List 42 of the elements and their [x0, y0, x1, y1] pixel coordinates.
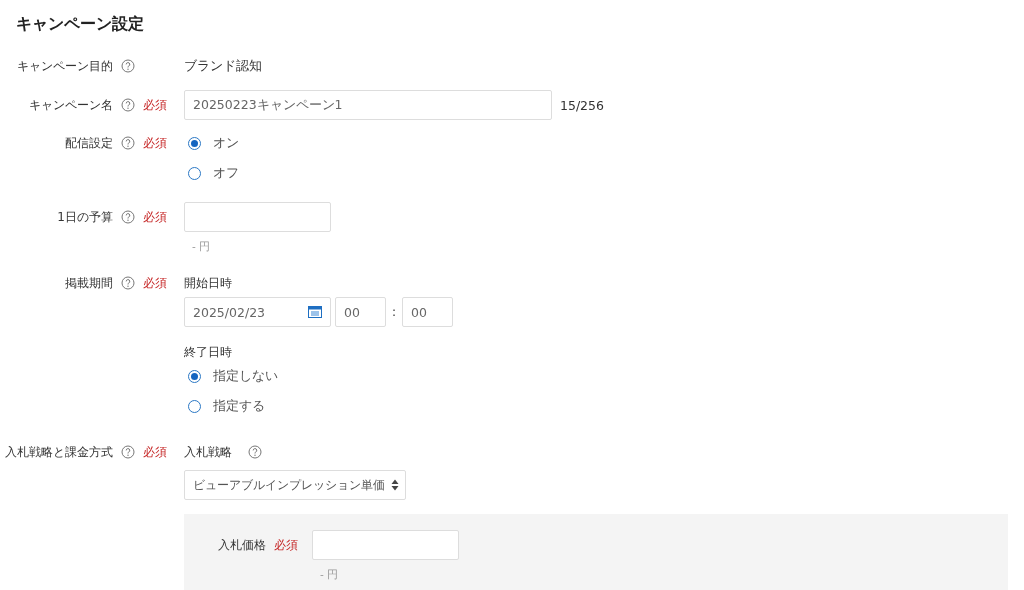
start-label: 開始日時	[184, 275, 233, 292]
page-title: キャンペーン設定	[16, 14, 145, 35]
time-separator: :	[391, 305, 398, 319]
field-label: 1日の予算	[56, 209, 113, 226]
date-field[interactable]: 2025/02/23	[184, 297, 331, 327]
help-icon[interactable]	[121, 276, 135, 290]
field-label: 入札戦略と課金方式	[4, 444, 113, 461]
field-label: 掲載期間	[64, 275, 113, 292]
required-tag: 必須	[143, 443, 167, 461]
help-icon[interactable]	[121, 445, 135, 459]
end-label: 終了日時	[184, 344, 233, 361]
unit-hint: - 円	[320, 568, 340, 582]
strategy-label: 入札戦略	[184, 444, 232, 461]
radio-label: 指定しない	[213, 367, 278, 385]
required-tag: 必須	[143, 274, 167, 292]
strategy-select[interactable]: ビューアブルインプレッション単価	[184, 470, 406, 500]
field-label: 配信設定	[64, 135, 113, 152]
radio-label: オフ	[213, 164, 239, 182]
required-tag: 必須	[143, 96, 167, 114]
field-label: キャンペーン目的	[16, 58, 113, 75]
hour-field[interactable]: 00	[335, 297, 386, 327]
help-icon[interactable]	[121, 98, 135, 112]
calendar-icon[interactable]	[308, 306, 322, 318]
field-label: キャンペーン名	[28, 97, 113, 114]
help-icon[interactable]	[121, 210, 135, 224]
radio-label: 指定する	[213, 397, 265, 415]
required-tag: 必須	[143, 134, 167, 152]
objective-value: ブランド認知	[184, 58, 262, 73]
required-tag: 必須	[274, 536, 298, 554]
radio-label: オン	[213, 134, 239, 152]
minute-field[interactable]: 00	[402, 297, 454, 327]
input-field[interactable]: 20250223キャンペーン1	[184, 90, 552, 120]
help-icon[interactable]	[121, 59, 135, 73]
unit-hint: - 円	[192, 240, 212, 254]
input-field[interactable]	[184, 202, 331, 232]
help-icon[interactable]	[248, 445, 262, 459]
input-field[interactable]	[312, 530, 459, 560]
help-icon[interactable]	[121, 136, 135, 150]
price-label: 入札価格	[217, 537, 266, 554]
required-tag: 必須	[143, 208, 167, 226]
char-counter: 15/256	[560, 97, 604, 113]
sort-caret-icon	[391, 479, 399, 491]
